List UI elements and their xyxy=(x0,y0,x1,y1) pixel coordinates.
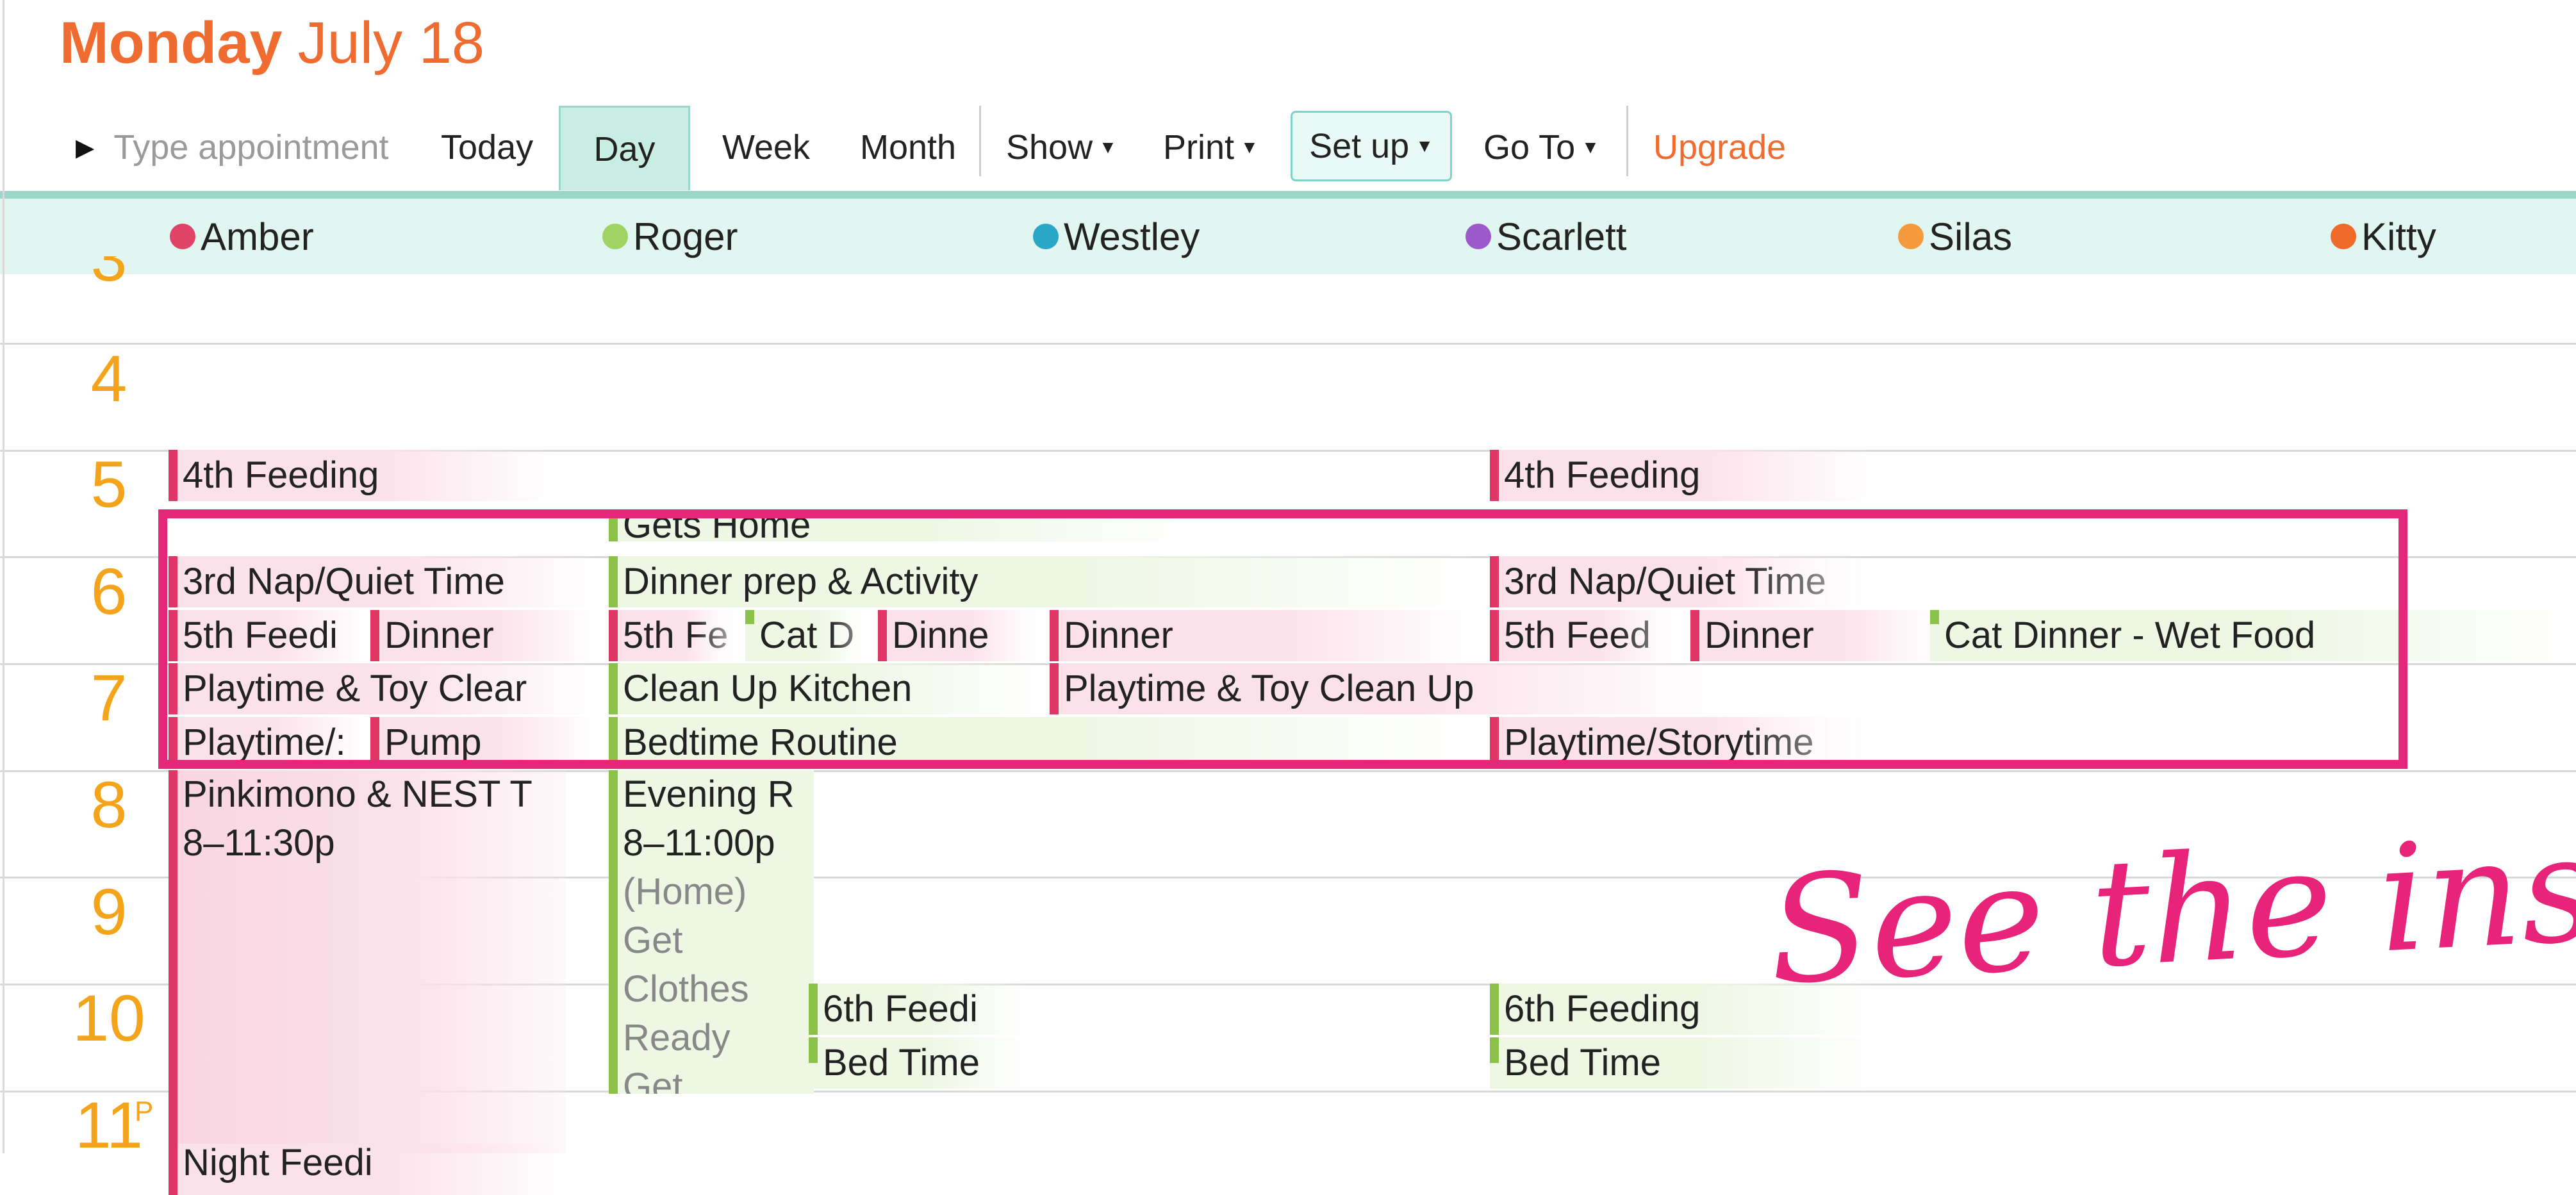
person-name: Kitty xyxy=(2361,215,2436,258)
event-color-bar xyxy=(1490,984,1499,1035)
event-label: Bed Time xyxy=(823,1042,980,1084)
person-name: Westley xyxy=(1064,215,1200,258)
annotation-text: See the insanity! xyxy=(1765,780,2576,1018)
event-note: Clothes xyxy=(623,968,749,1010)
person-roger[interactable]: Roger xyxy=(602,199,738,274)
person-name: Amber xyxy=(201,215,314,258)
silas-color-dot xyxy=(1898,224,1924,249)
event-note: (Home) xyxy=(623,871,747,912)
scarlett-color-dot xyxy=(1466,224,1491,249)
goto-menu-button[interactable]: Go To ▼ xyxy=(1483,106,1599,189)
event-label: 4th Feeding xyxy=(1504,454,1701,496)
show-menu-button[interactable]: Show ▼ xyxy=(1006,106,1117,189)
show-label: Show xyxy=(1006,128,1093,167)
hour-label: 10 xyxy=(72,982,145,1055)
event-color-bar xyxy=(169,450,178,501)
page-title: Monday July 18 xyxy=(60,8,484,78)
play-icon[interactable]: ▶ xyxy=(76,133,94,162)
chevron-down-icon: ▼ xyxy=(1581,137,1599,157)
chevron-down-icon: ▼ xyxy=(1099,137,1117,157)
event-note: Get xyxy=(623,1066,683,1094)
event-time: 8–11:00p xyxy=(623,822,775,864)
toolbar-divider xyxy=(1626,106,1628,176)
print-label: Print xyxy=(1163,128,1235,167)
event-scarlett-4th-feeding[interactable]: 4th Feeding xyxy=(1490,450,1874,501)
person-westley[interactable]: Westley xyxy=(1033,199,1200,274)
roger-color-dot xyxy=(602,224,628,249)
tab-month[interactable]: Month xyxy=(860,106,956,189)
people-bar: Amber Roger Westley Scarlett Silas Kitty xyxy=(0,191,2576,274)
kitty-color-dot xyxy=(2331,224,2356,249)
event-color-bar xyxy=(169,770,178,1153)
event-label: 6th Feeding xyxy=(1504,988,1701,1030)
event-label: 4th Feeding xyxy=(183,454,379,496)
event-label: Evening R xyxy=(623,773,795,815)
person-name: Silas xyxy=(1929,215,2013,258)
person-silas[interactable]: Silas xyxy=(1898,199,2012,274)
event-westley-bed-time[interactable]: Bed Time xyxy=(809,1037,1027,1089)
event-color-bar xyxy=(169,1144,178,1195)
goto-label: Go To xyxy=(1483,128,1576,167)
tab-week[interactable]: Week xyxy=(722,106,810,189)
event-color-bar xyxy=(1490,1037,1499,1063)
pm-indicator: P xyxy=(135,1096,154,1127)
hour-label: 8 xyxy=(90,768,128,841)
event-label: Pinkimono & NEST T xyxy=(183,773,533,815)
title-day: Monday xyxy=(60,10,283,76)
event-label: Bed Time xyxy=(1504,1042,1661,1084)
highlight-box xyxy=(158,509,2407,769)
hour-label: 3 xyxy=(35,256,183,301)
upgrade-link[interactable]: Upgrade xyxy=(1653,106,1786,189)
event-color-bar xyxy=(1490,450,1499,501)
toolbar: ▶ Type appointment Today Day Week Month … xyxy=(0,106,2576,190)
event-note: Get xyxy=(623,919,683,961)
amber-color-dot xyxy=(170,224,195,249)
hour-3: 3 xyxy=(90,256,128,295)
event-time: 8–11:30p xyxy=(183,822,335,864)
event-color-bar xyxy=(809,984,818,1035)
event-roger-evening-routine[interactable]: Evening R 8–11:00p (Home) Get Clothes Re… xyxy=(609,770,814,1094)
title-date: July 18 xyxy=(297,10,485,76)
event-color-bar xyxy=(609,770,618,1094)
event-label: Night Feedi xyxy=(183,1144,373,1183)
chevron-down-icon: ▼ xyxy=(1241,137,1259,157)
hour-label: 9 xyxy=(90,875,128,948)
person-scarlett[interactable]: Scarlett xyxy=(1466,199,1626,274)
setup-menu-button[interactable]: Set up ▼ xyxy=(1291,111,1452,181)
type-appointment-placeholder: Type appointment xyxy=(113,128,389,167)
event-scarlett-bed-time[interactable]: Bed Time xyxy=(1490,1037,1874,1089)
event-amber-4th-feeding[interactable]: 4th Feeding xyxy=(169,450,553,501)
print-menu-button[interactable]: Print ▼ xyxy=(1163,106,1259,189)
event-amber-night-feeding[interactable]: Night Feedi xyxy=(169,1144,566,1195)
type-appointment-input[interactable]: ▶ Type appointment xyxy=(76,106,389,189)
left-border xyxy=(3,0,4,1153)
person-name: Scarlett xyxy=(1496,215,1627,258)
event-westley-6th-feeding[interactable]: 6th Feedi xyxy=(809,984,1027,1035)
chevron-down-icon: ▼ xyxy=(1416,136,1433,156)
tab-day[interactable]: Day xyxy=(559,106,690,190)
hour-line xyxy=(0,343,2576,345)
setup-label: Set up xyxy=(1309,127,1410,165)
today-button[interactable]: Today xyxy=(441,106,533,189)
toolbar-divider xyxy=(979,106,981,176)
hour-label: 11 xyxy=(75,1089,143,1162)
event-amber-pinkimono[interactable]: Pinkimono & NEST T 8–11:30p xyxy=(169,770,566,1153)
person-kitty[interactable]: Kitty xyxy=(2331,199,2436,274)
event-label: 6th Feedi xyxy=(823,988,978,1030)
westley-color-dot xyxy=(1033,224,1059,249)
hour-label: 4 xyxy=(90,342,128,415)
hour-label: 5 xyxy=(90,448,128,521)
person-name: Roger xyxy=(633,215,738,258)
event-note: Ready xyxy=(623,1017,731,1059)
person-amber[interactable]: Amber xyxy=(170,199,314,274)
event-color-bar xyxy=(809,1037,818,1063)
